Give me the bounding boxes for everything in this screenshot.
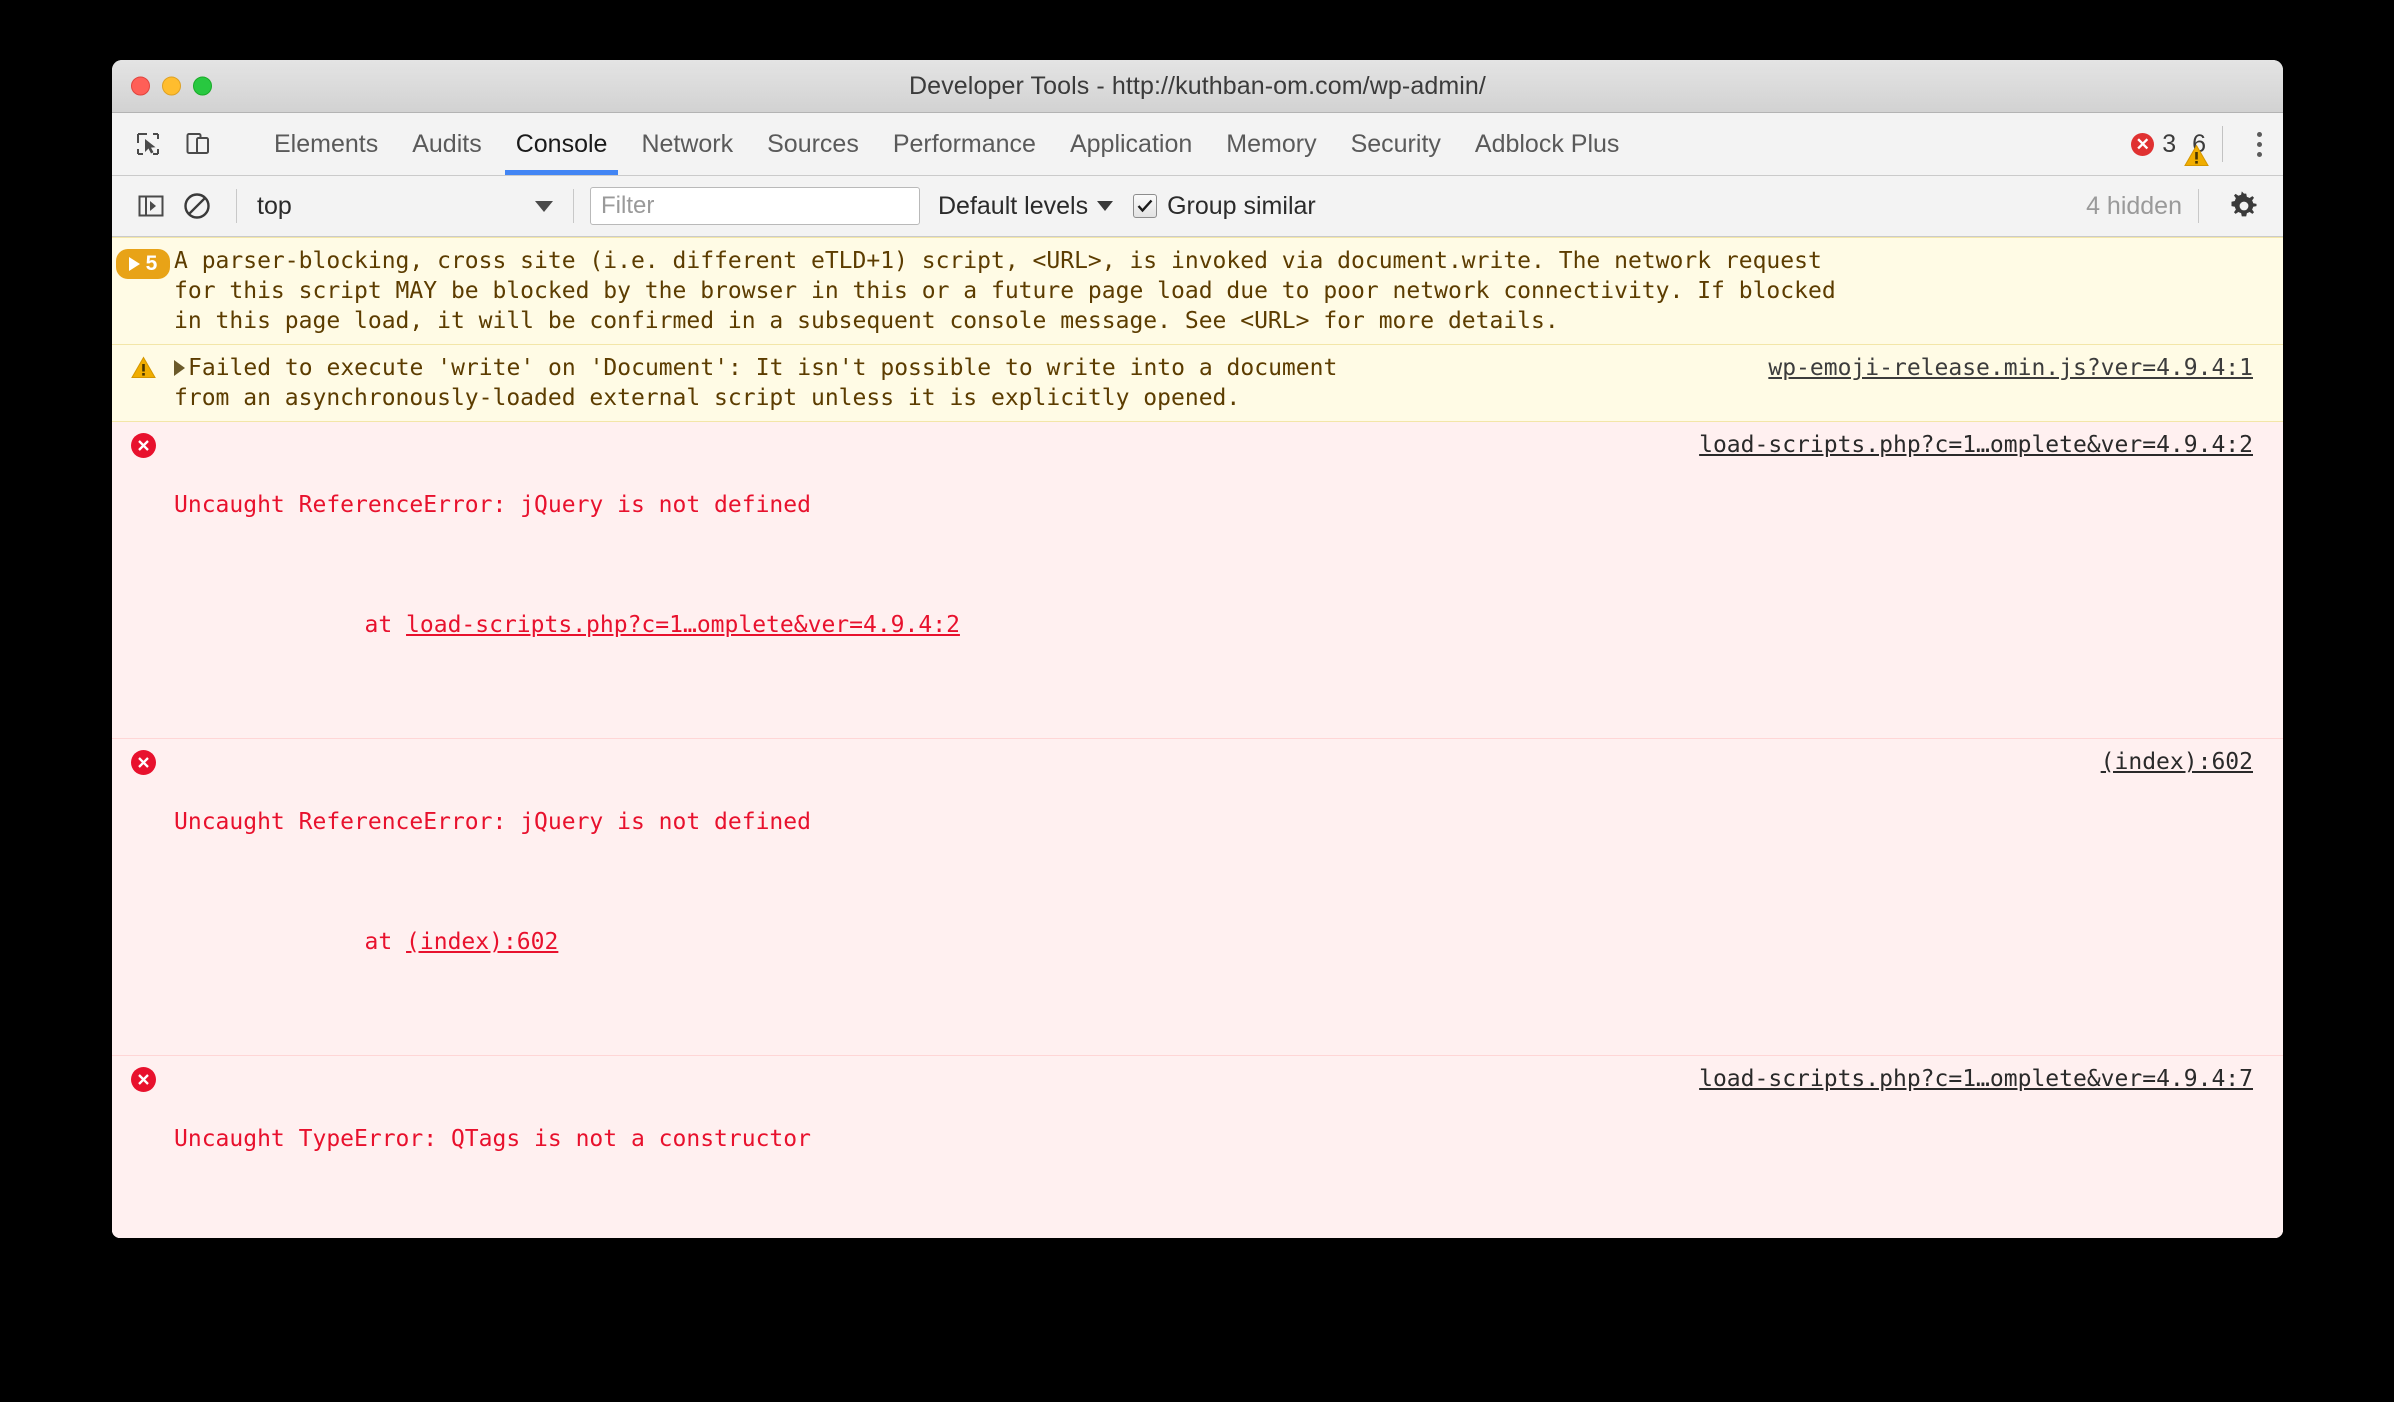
message-icon-slot: 5 — [112, 246, 174, 279]
warning-triangle-icon — [130, 356, 156, 378]
inspect-element-icon[interactable] — [126, 122, 170, 166]
tab-elements[interactable]: Elements — [257, 113, 395, 175]
toolbar-divider-1 — [236, 189, 237, 223]
message-icon-slot — [112, 353, 174, 379]
error-circle-icon — [130, 433, 156, 458]
settings-gear-icon[interactable] — [2219, 181, 2269, 231]
tab-adblock-plus[interactable]: Adblock Plus — [1458, 113, 1637, 175]
error-count-label: 3 — [2162, 129, 2177, 158]
message-source-link[interactable]: load-scripts.php?c=1…omplete&ver=4.9.4:7 — [1679, 1064, 2283, 1094]
error-circle-icon — [130, 750, 156, 775]
message-icon-slot — [112, 1064, 174, 1092]
issue-counters[interactable]: ✕ 3 6 — [2117, 129, 2210, 166]
message-icon-slot — [112, 747, 174, 775]
tab-label: Application — [1069, 129, 1193, 158]
tab-label: Adblock Plus — [1474, 129, 1620, 158]
tab-label: Console — [515, 129, 608, 158]
stack-frame: at (index):602 — [174, 897, 2065, 987]
message-text: Uncaught ReferenceError: jQuery is not d… — [174, 809, 811, 835]
tab-memory[interactable]: Memory — [1209, 113, 1333, 175]
expand-triangle-icon[interactable] — [174, 360, 185, 376]
tabbar-right-section: ✕ 3 6 — [2117, 113, 2283, 175]
chevron-down-icon — [535, 200, 553, 212]
stack-frame-link[interactable]: (index):602 — [406, 929, 558, 955]
tab-label: Security — [1350, 129, 1441, 158]
console-message-warning[interactable]: Failed to execute 'write' on 'Document':… — [112, 345, 2283, 422]
message-body: Uncaught ReferenceError: jQuery is not d… — [174, 747, 2081, 1047]
message-text: Uncaught TypeError: QTags is not a const… — [174, 1126, 811, 1152]
window-titlebar: Developer Tools - http://kuthban-om.com/… — [112, 60, 2283, 113]
console-sidebar-toggle-icon[interactable] — [128, 184, 174, 228]
devtools-tabs: Elements Audits Console Network Sources … — [257, 113, 2117, 175]
console-messages-list[interactable]: 5 A parser-blocking, cross site (i.e. di… — [112, 237, 2283, 1238]
tab-label: Memory — [1226, 129, 1317, 158]
message-text: Uncaught ReferenceError: jQuery is not d… — [174, 492, 811, 518]
stack-frame: at load-scripts.php?c=1…omplete&ver=4.9.… — [174, 580, 1663, 670]
message-source-link[interactable]: wp-emoji-release.min.js?ver=4.9.4:1 — [1748, 353, 2283, 383]
console-filter-input[interactable] — [590, 187, 920, 225]
message-source-link[interactable]: load-scripts.php?c=1…omplete&ver=4.9.4:2 — [1679, 430, 2283, 460]
toolbar-divider-2 — [573, 189, 574, 223]
message-source-link[interactable]: (index):602 — [2081, 747, 2283, 777]
console-message-warning-group[interactable]: 5 A parser-blocking, cross site (i.e. di… — [112, 237, 2283, 345]
traffic-lights — [131, 76, 212, 96]
window-close-button[interactable] — [131, 76, 150, 96]
message-text-wrapper: Failed to execute 'write' on 'Document':… — [174, 353, 1748, 413]
tabbar-right-divider — [2222, 126, 2223, 162]
toolbar-divider-3 — [2198, 189, 2199, 223]
hidden-messages-count: 4 hidden — [2086, 191, 2182, 220]
stack-frame-prefix: at — [364, 929, 407, 955]
tab-label: Sources — [767, 129, 859, 158]
message-icon-slot — [112, 430, 174, 458]
group-count-label: 5 — [145, 252, 158, 275]
console-message-error[interactable]: Uncaught TypeError: QTags is not a const… — [112, 1056, 2283, 1238]
window-minimize-button[interactable] — [162, 76, 181, 96]
window-maximize-button[interactable] — [193, 76, 212, 96]
device-toolbar-icon[interactable] — [176, 122, 220, 166]
chevron-down-icon — [1097, 201, 1114, 211]
tabbar-tool-icons — [112, 113, 257, 175]
error-circle-icon — [130, 1067, 156, 1092]
group-similar-label: Group similar — [1167, 191, 1316, 220]
message-body: Uncaught ReferenceError: jQuery is not d… — [174, 430, 1679, 730]
tab-label: Elements — [274, 129, 379, 158]
tab-performance[interactable]: Performance — [876, 113, 1053, 175]
execution-context-label: top — [257, 191, 292, 220]
error-count-icon: ✕ — [2131, 132, 2155, 156]
stack-frame: at quicktags (load-scripts.php?c=1…omple… — [174, 1214, 1663, 1238]
tab-network[interactable]: Network — [624, 113, 750, 175]
console-message-error[interactable]: Uncaught ReferenceError: jQuery is not d… — [112, 422, 2283, 739]
tab-console[interactable]: Console — [499, 113, 625, 175]
expand-triangle-icon — [128, 257, 140, 271]
log-levels-label: Default levels — [938, 191, 1089, 220]
console-message-error[interactable]: Uncaught ReferenceError: jQuery is not d… — [112, 739, 2283, 1056]
devtools-window: Developer Tools - http://kuthban-om.com/… — [112, 60, 2283, 1238]
group-similar-toggle[interactable]: Group similar — [1133, 192, 1316, 221]
devtools-main-menu-icon[interactable] — [2235, 113, 2283, 175]
group-similar-checkbox[interactable] — [1133, 194, 1158, 218]
tab-audits[interactable]: Audits — [395, 113, 498, 175]
clear-console-icon[interactable] — [174, 184, 220, 228]
log-levels-dropdown[interactable]: Default levels — [938, 191, 1114, 221]
tab-sources[interactable]: Sources — [750, 113, 876, 175]
tab-label: Audits — [412, 129, 482, 158]
tab-application[interactable]: Application — [1053, 113, 1209, 175]
message-body: Uncaught TypeError: QTags is not a const… — [174, 1064, 1679, 1238]
stack-frame-prefix: at — [364, 612, 407, 638]
window-title: Developer Tools - http://kuthban-om.com/… — [909, 71, 1486, 100]
console-toolbar: top Default levels Group similar 4 hidde… — [112, 176, 2283, 237]
execution-context-selector[interactable]: top — [253, 192, 557, 221]
message-group-badge[interactable]: 5 — [116, 249, 170, 279]
tab-security[interactable]: Security — [1334, 113, 1458, 175]
tab-label: Performance — [892, 129, 1036, 158]
stack-frame-link[interactable]: load-scripts.php?c=1…omplete&ver=4.9.4:2 — [406, 612, 960, 638]
devtools-tabbar: Elements Audits Console Network Sources … — [112, 113, 2283, 176]
tab-label: Network — [641, 129, 734, 158]
message-text: A parser-blocking, cross site (i.e. diff… — [174, 248, 1836, 334]
message-text: Failed to execute 'write' on 'Document':… — [174, 355, 1338, 411]
